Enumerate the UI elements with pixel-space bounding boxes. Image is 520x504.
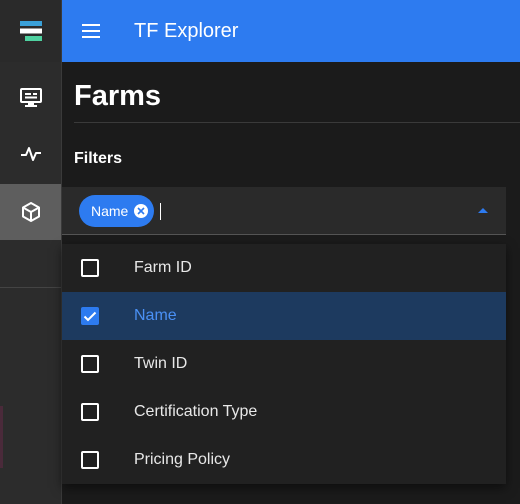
option-label: Twin ID [134, 355, 188, 372]
cube-icon [21, 202, 40, 222]
checkbox[interactable] [81, 355, 99, 373]
checkbox[interactable] [81, 403, 99, 421]
side-rail [0, 0, 62, 504]
window-edge [0, 406, 3, 468]
app-title: TF Explorer [134, 19, 239, 42]
option-label: Farm ID [134, 259, 192, 276]
checkbox[interactable] [81, 451, 99, 469]
option-label: Name [134, 307, 177, 324]
rail-item-farms[interactable] [0, 184, 61, 240]
hamburger-icon [82, 24, 100, 38]
check-icon [83, 311, 97, 321]
chip-close-button[interactable] [134, 204, 149, 218]
filter-select[interactable]: Name [62, 187, 506, 235]
monitor-icon [19, 88, 42, 107]
pulse-icon [20, 147, 41, 161]
chip-label: Name [91, 203, 129, 219]
option-label: Pricing Policy [134, 451, 231, 468]
option-name[interactable]: Name [62, 292, 506, 340]
rail-divider [0, 287, 61, 288]
option-twin-id[interactable]: Twin ID [62, 340, 506, 388]
menu-button[interactable] [79, 19, 103, 43]
rail-item-nodes[interactable] [0, 70, 61, 126]
app-bar: TF Explorer [62, 0, 520, 62]
title-divider [74, 122, 520, 123]
app-logo[interactable] [0, 0, 61, 62]
option-farm-id[interactable]: Farm ID [62, 244, 506, 292]
filter-chip-name[interactable]: Name [79, 195, 155, 227]
logo-icon [19, 21, 42, 41]
close-icon [137, 207, 145, 215]
checkbox[interactable] [81, 259, 99, 277]
page-title: Farms [74, 80, 162, 112]
option-pricing-policy[interactable]: Pricing Policy [62, 436, 506, 484]
rail-item-statistics[interactable] [0, 126, 61, 182]
option-label: Certification Type [134, 403, 258, 420]
chevron-up-icon[interactable] [478, 208, 488, 213]
filters-label: Filters [74, 150, 123, 167]
filter-options-menu: Farm ID Name Twin ID Certification Type … [62, 244, 506, 484]
text-caret[interactable] [160, 203, 161, 220]
checkbox-checked[interactable] [81, 307, 99, 325]
option-certification-type[interactable]: Certification Type [62, 388, 506, 436]
